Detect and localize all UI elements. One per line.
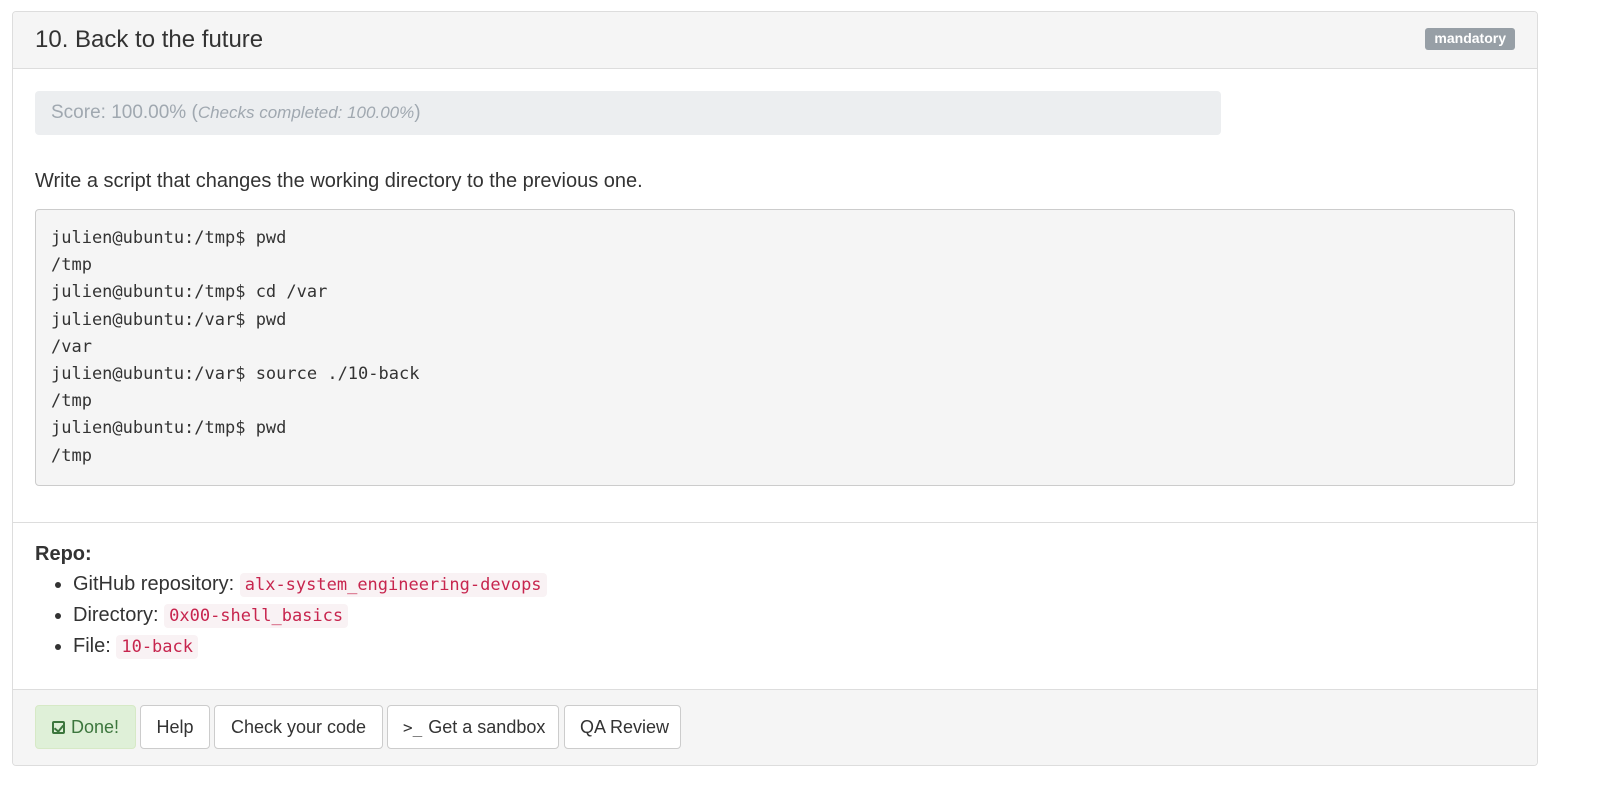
repo-item-value: 0x00-shell_basics [164,604,349,628]
help-button[interactable]: Help [140,705,210,749]
repo-item-label: File: [73,635,117,657]
done-button[interactable]: Done! [35,705,136,749]
repo-item-label: Directory: [73,604,165,626]
score-box: Score: 100.00% (Checks completed: 100.00… [35,91,1221,135]
score-label: Score: 100.00% [51,102,187,123]
task-header: 10. Back to the future mandatory [13,12,1537,69]
repo-item-directory: Directory: 0x00-shell_basics [73,600,547,631]
repo-item-label: GitHub repository: [73,573,240,595]
code-example: julien@ubuntu:/tmp$ pwd/tmp julien@ubuntu… [35,209,1515,486]
code-line: /tmp [51,255,92,276]
code-line: julien@ubuntu:/var$ source ./10-back [51,364,420,385]
sandbox-label: Get a sandbox [428,717,546,737]
code-line: julien@ubuntu:/tmp$ cd /var [51,282,328,303]
qa-review-button[interactable]: QA Review [564,705,681,749]
task-description: Write a script that changes the working … [35,170,643,192]
task-title: 10. Back to the future [35,26,264,53]
checks-completed: Checks completed: 100.00% [197,103,415,122]
repo-section: Repo: GitHub repository: alx-system_engi… [35,542,547,662]
code-line: /tmp [51,391,92,412]
repo-item-file: File: 10-back [73,631,547,662]
code-line: julien@ubuntu:/tmp$ pwd [51,418,287,439]
terminal-icon: >_ [403,718,423,737]
sandbox-button[interactable]: >_ Get a sandbox [387,705,559,749]
score-open-paren: ( [186,102,198,123]
repo-title: Repo: [35,543,92,565]
code-line: /var [51,336,92,357]
task-panel: 10. Back to the future mandatory Score: … [12,11,1538,766]
task-footer: Done! Help Check your code >_ Get a sandb… [13,689,1537,765]
check-code-button[interactable]: Check your code [214,705,383,749]
code-line: julien@ubuntu:/var$ pwd [51,309,287,330]
code-line: julien@ubuntu:/tmp$ pwd [51,228,287,248]
done-label: Done! [70,717,120,737]
section-divider [13,522,1537,523]
mandatory-badge: mandatory [1425,28,1515,50]
score-close-paren: ) [414,102,421,123]
repo-list: GitHub repository: alx-system_engineerin… [35,569,547,662]
repo-item-github: GitHub repository: alx-system_engineerin… [73,569,547,600]
repo-item-value: 10-back [116,635,198,659]
check-square-icon [51,721,65,734]
code-line: /tmp [51,445,92,466]
repo-item-value: alx-system_engineering-devops [239,573,547,597]
